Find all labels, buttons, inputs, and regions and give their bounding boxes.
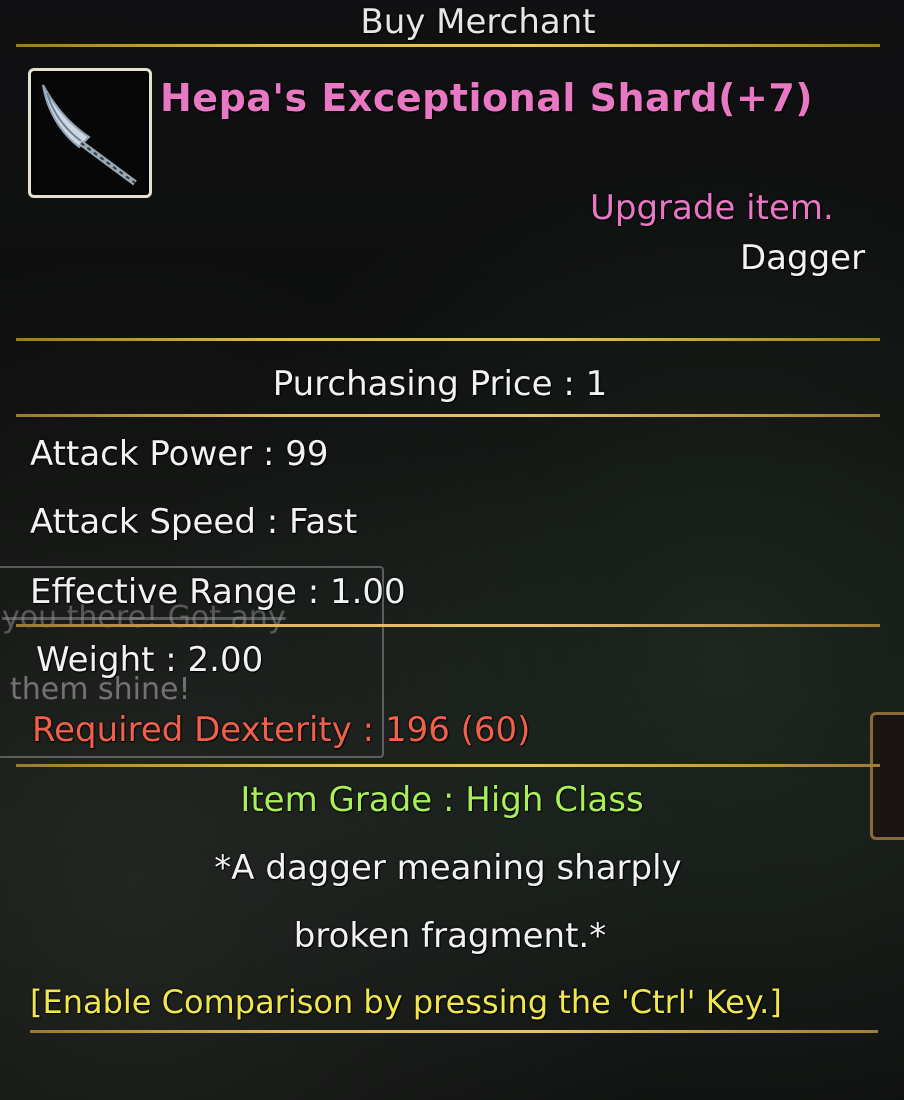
effective-range: Effective Range : 1.00 bbox=[30, 572, 406, 612]
dagger-icon bbox=[42, 84, 137, 186]
item-description-line-1: *A dagger meaning sharply bbox=[214, 848, 682, 888]
purchasing-price: Purchasing Price : 1 bbox=[272, 364, 608, 404]
attack-power: Attack Power : 99 bbox=[30, 434, 329, 474]
background-side-frame bbox=[870, 712, 904, 840]
required-dexterity: Required Dexterity : 196 (60) bbox=[32, 710, 531, 750]
upgrade-note: Upgrade item. bbox=[590, 188, 834, 228]
item-grade: Item Grade : High Class bbox=[240, 780, 644, 820]
stats-divider bbox=[16, 624, 880, 627]
item-description-line-2: broken fragment.* bbox=[293, 916, 607, 956]
item-name: Hepa's Exceptional Shard(+7) bbox=[160, 76, 814, 120]
header-divider bbox=[16, 44, 880, 47]
window-title: Buy Merchant bbox=[360, 2, 596, 42]
price-top-divider bbox=[16, 338, 880, 341]
requirement-divider bbox=[16, 764, 880, 767]
item-icon-frame[interactable] bbox=[28, 68, 152, 198]
comparison-hint: [Enable Comparison by pressing the 'Ctrl… bbox=[30, 983, 782, 1021]
item-tooltip: you there! Got any them shine! Buy Merch… bbox=[0, 0, 904, 1100]
price-bottom-divider bbox=[16, 414, 880, 417]
weight: Weight : 2.00 bbox=[36, 640, 264, 680]
attack-speed: Attack Speed : Fast bbox=[30, 502, 358, 542]
item-type: Dagger bbox=[740, 238, 866, 278]
footer-divider bbox=[30, 1030, 878, 1033]
